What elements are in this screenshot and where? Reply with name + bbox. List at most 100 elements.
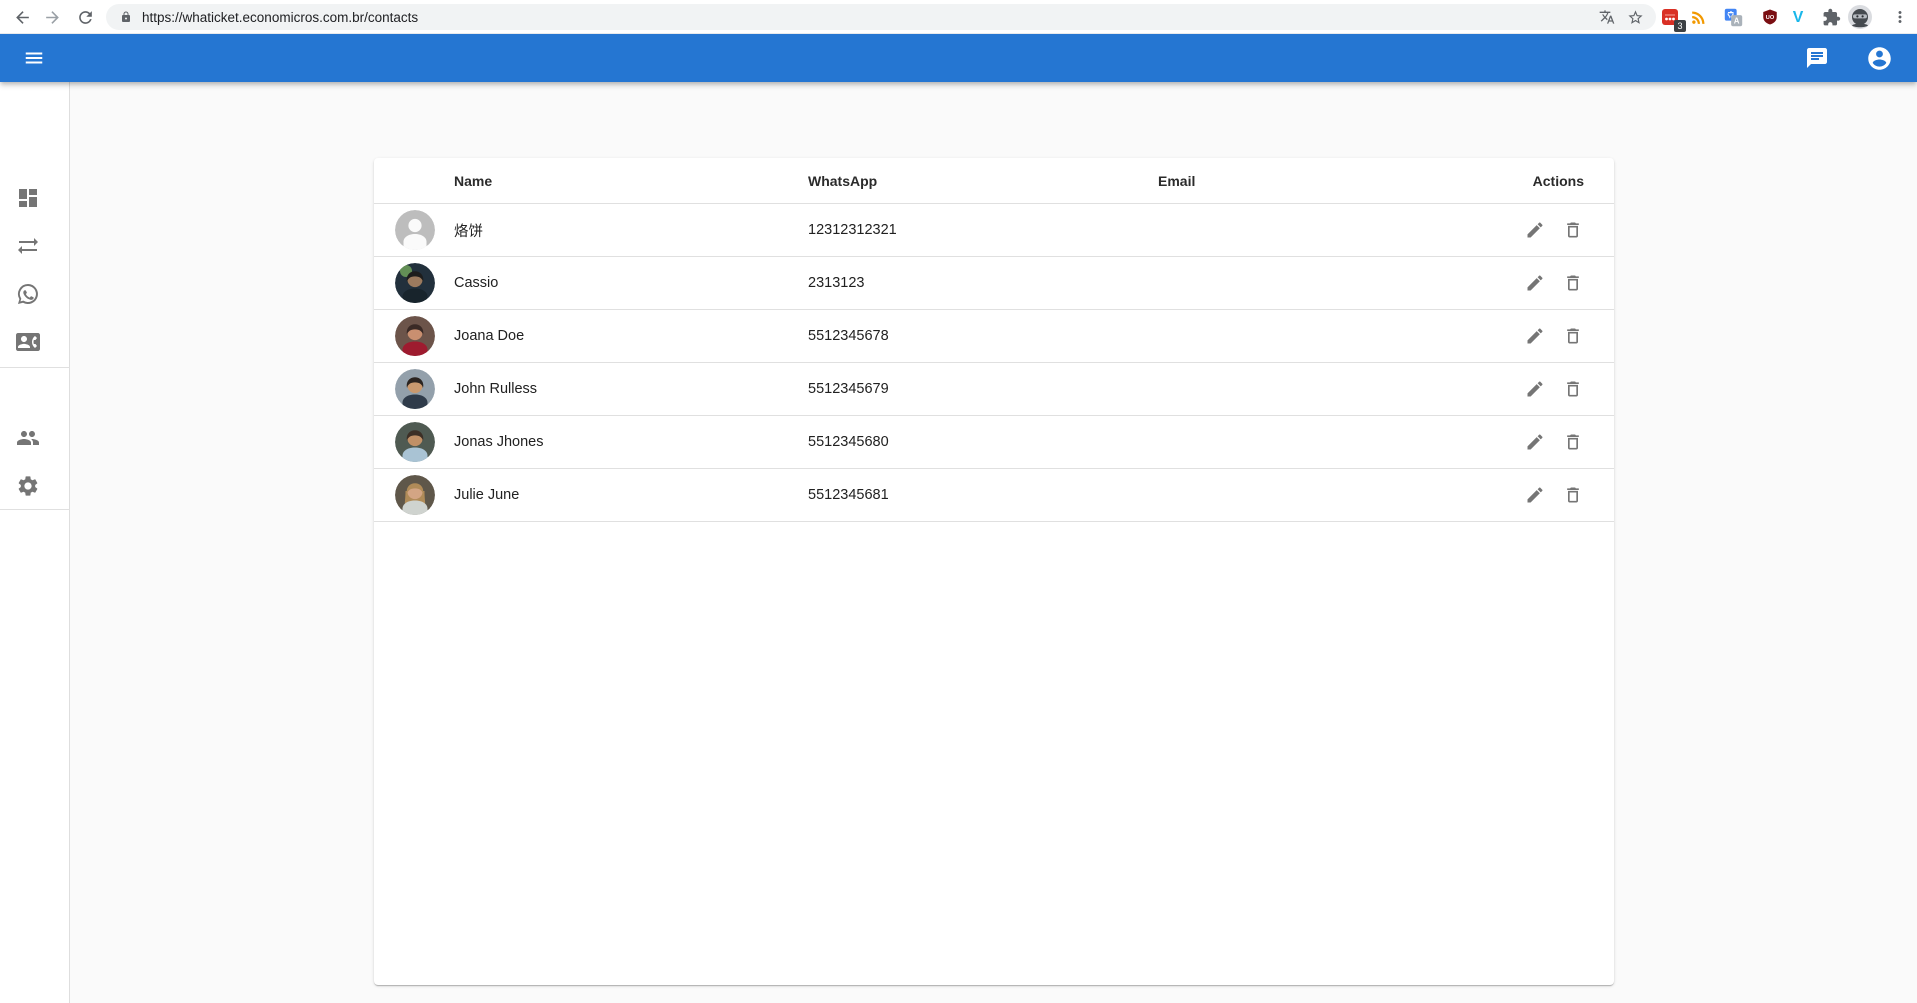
delete-trash-icon [1563, 220, 1583, 240]
menu-toggle-button[interactable] [10, 34, 58, 82]
edit-pencil-icon [1525, 326, 1545, 346]
contact-whatsapp: 2313123 [808, 275, 1158, 291]
browser-menu-button[interactable] [1888, 5, 1912, 29]
contact-whatsapp: 5512345678 [808, 328, 1158, 344]
edit-contact-button[interactable] [1524, 378, 1546, 400]
sync-alt-icon [16, 234, 40, 258]
whatsapp-icon [16, 282, 40, 306]
contacts-table-body: 烙饼 12312312321 Cassio 2313123 Joana Do [374, 204, 1614, 522]
people-icon [16, 426, 40, 450]
table-row: Jonas Jhones 5512345680 [374, 416, 1614, 469]
delete-trash-icon [1563, 273, 1583, 293]
svg-text:A: A [1733, 16, 1739, 25]
refresh-icon [76, 8, 95, 27]
rss-extension-icon[interactable] [1686, 5, 1710, 29]
translate-page-icon[interactable] [1599, 9, 1615, 25]
contact-name: Julie June [454, 487, 808, 503]
edit-contact-button[interactable] [1524, 484, 1546, 506]
extension-notifier-icon[interactable]: 3 [1658, 5, 1682, 29]
delete-contact-button[interactable] [1562, 484, 1584, 506]
contact-name: 烙饼 [454, 220, 808, 241]
contact-name: Jonas Jhones [454, 434, 808, 450]
edit-contact-button[interactable] [1524, 272, 1546, 294]
extensions-puzzle-icon[interactable] [1819, 5, 1843, 29]
url-text: https://whaticket.economicros.com.br/con… [142, 10, 1599, 25]
back-arrow-icon [13, 8, 32, 27]
sidebar-divider [0, 367, 70, 368]
browser-toolbar: https://whaticket.economicros.com.br/con… [0, 0, 1917, 34]
contact-name: Joana Doe [454, 328, 808, 344]
extension-badge: 3 [1674, 20, 1686, 32]
table-row: Julie June 5512345681 [374, 469, 1614, 522]
forward-arrow-icon [43, 8, 62, 27]
chat-bubble-icon [1805, 46, 1829, 70]
edit-pencil-icon [1525, 379, 1545, 399]
edit-contact-button[interactable] [1524, 219, 1546, 241]
sidebar-item-users[interactable] [15, 425, 41, 451]
main-content: Contacts IMPORT CONTACTS ADD CONTACT Nam… [70, 82, 1917, 1003]
sidebar-item-connections[interactable] [15, 233, 41, 259]
edit-pencil-icon [1525, 485, 1545, 505]
bookmark-star-icon[interactable] [1627, 9, 1644, 26]
browser-forward-button[interactable] [40, 5, 64, 29]
delete-contact-button[interactable] [1562, 272, 1584, 294]
delete-trash-icon [1563, 326, 1583, 346]
delete-trash-icon [1563, 432, 1583, 452]
dashboard-icon [16, 186, 40, 210]
browser-profile-avatar[interactable] [1848, 5, 1872, 29]
sidebar-divider-bottom [0, 509, 70, 510]
table-row: 烙饼 12312312321 [374, 204, 1614, 257]
contact-avatar [395, 369, 435, 409]
header-name: Name [454, 173, 808, 189]
svg-text:V: V [1793, 9, 1804, 26]
account-circle-icon [1866, 45, 1893, 72]
header-actions: Actions [1474, 173, 1614, 189]
contact-avatar [395, 263, 435, 303]
contact-name: Cassio [454, 275, 808, 291]
header-whatsapp: WhatsApp [808, 173, 1158, 189]
more-vert-icon [1891, 8, 1909, 26]
edit-pencil-icon [1525, 273, 1545, 293]
browser-back-button[interactable] [10, 5, 34, 29]
hamburger-menu-icon [23, 47, 45, 69]
header-email: Email [1158, 173, 1474, 189]
delete-trash-icon [1563, 379, 1583, 399]
delete-trash-icon [1563, 485, 1583, 505]
gear-icon [16, 474, 40, 498]
contacts-card: Name WhatsApp Email Actions 烙饼 123123123… [374, 158, 1614, 985]
edit-pencil-icon [1525, 432, 1545, 452]
contact-avatar [395, 316, 435, 356]
account-menu-button[interactable] [1855, 34, 1903, 82]
delete-contact-button[interactable] [1562, 325, 1584, 347]
delete-contact-button[interactable] [1562, 219, 1584, 241]
delete-contact-button[interactable] [1562, 431, 1584, 453]
vimeo-extension-icon[interactable]: V [1786, 5, 1810, 29]
delete-contact-button[interactable] [1562, 378, 1584, 400]
edit-pencil-icon [1525, 220, 1545, 240]
edit-contact-button[interactable] [1524, 325, 1546, 347]
address-bar[interactable]: https://whaticket.economicros.com.br/con… [106, 4, 1656, 30]
contact-name: John Rulless [454, 381, 808, 397]
https-lock-icon [120, 11, 132, 23]
edit-contact-button[interactable] [1524, 431, 1546, 453]
sidebar-item-tickets[interactable] [15, 281, 41, 307]
table-header-row: Name WhatsApp Email Actions [374, 158, 1614, 204]
contact-phone-icon [16, 330, 40, 354]
google-translate-extension-icon[interactable]: A [1721, 5, 1745, 29]
contact-avatar [395, 210, 435, 250]
table-row: John Rulless 5512345679 [374, 363, 1614, 416]
table-row: Cassio 2313123 [374, 257, 1614, 310]
browser-refresh-button[interactable] [73, 5, 97, 29]
contact-whatsapp: 5512345681 [808, 487, 1158, 503]
contact-whatsapp: 5512345679 [808, 381, 1158, 397]
sidebar-item-settings[interactable] [15, 473, 41, 499]
sidebar-item-contacts[interactable] [15, 329, 41, 355]
announcements-button[interactable] [1793, 34, 1841, 82]
contact-avatar [395, 422, 435, 462]
sidebar-item-dashboard[interactable] [15, 185, 41, 211]
contact-avatar [395, 475, 435, 515]
contact-whatsapp: 5512345680 [808, 434, 1158, 450]
ublock-extension-icon[interactable]: UO [1758, 5, 1782, 29]
app-bar [0, 34, 1917, 82]
sidebar [0, 82, 70, 1003]
